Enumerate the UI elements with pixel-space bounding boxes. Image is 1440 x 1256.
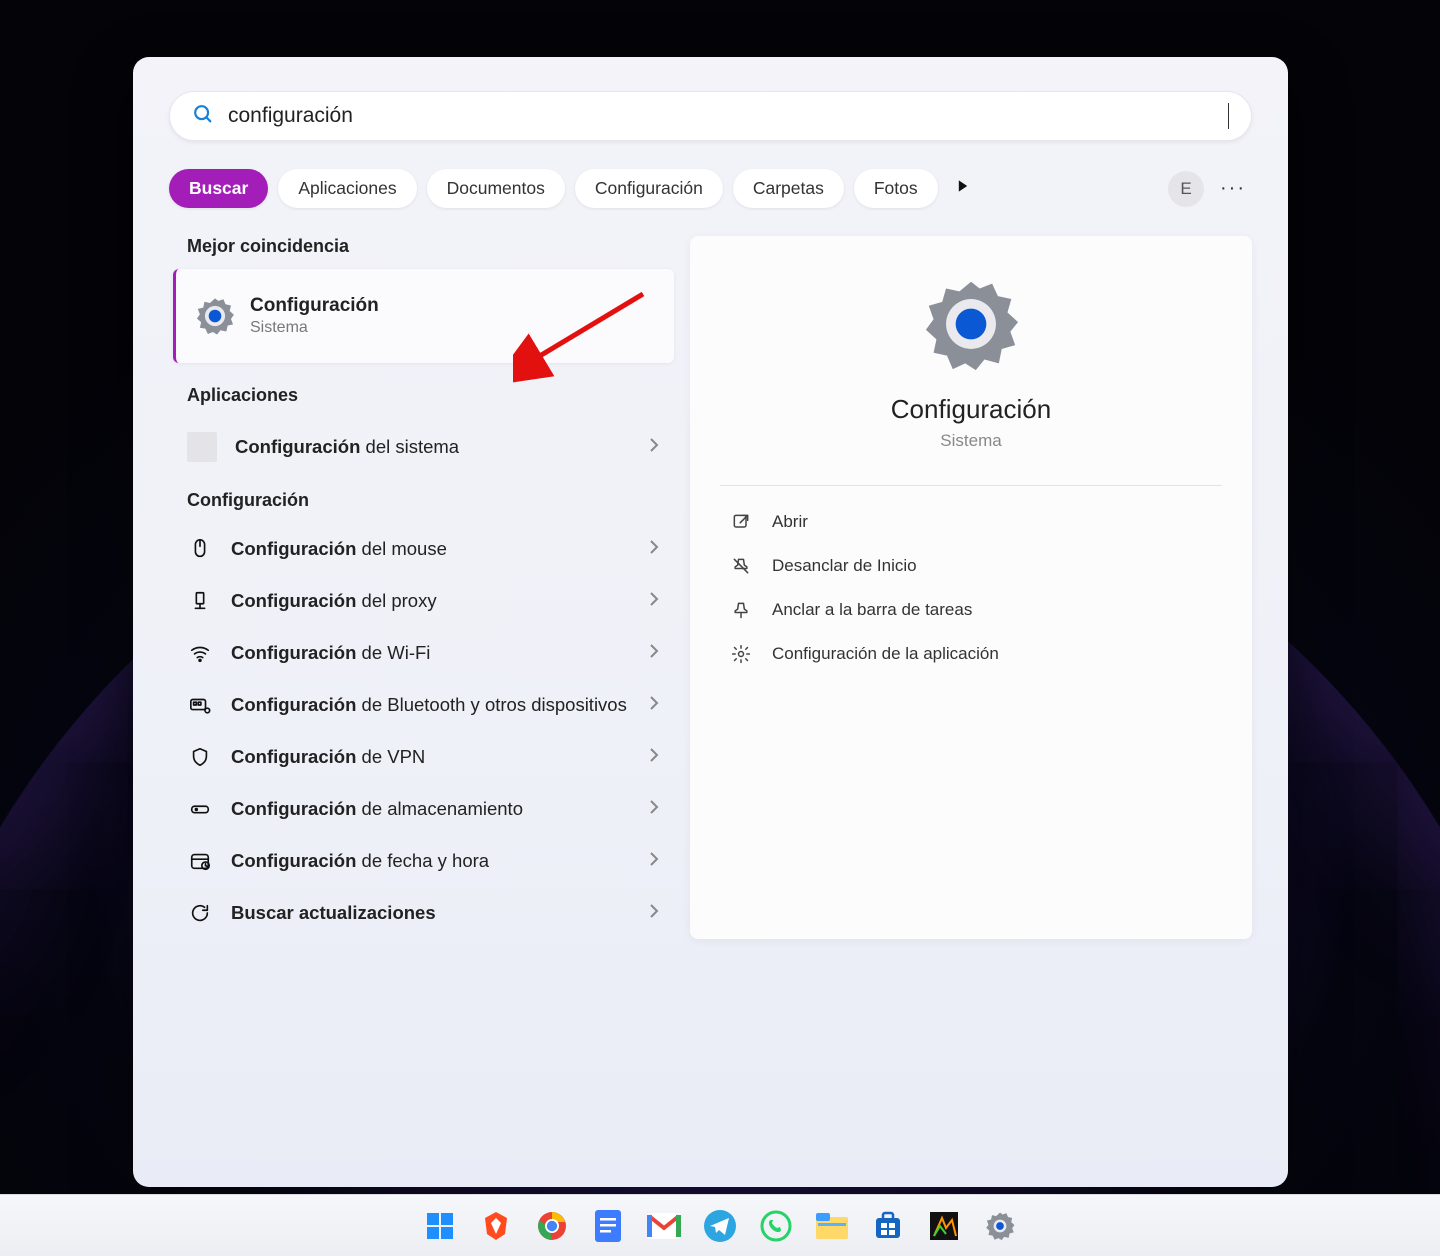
chevron-right-icon: [648, 851, 660, 872]
more-menu-icon[interactable]: ···: [1214, 173, 1252, 204]
filter-fotos[interactable]: Fotos: [854, 169, 938, 208]
config-heading: Configuración: [187, 490, 674, 511]
more-filters-icon[interactable]: [956, 179, 970, 198]
chevron-right-icon: [648, 539, 660, 560]
filter-buscar[interactable]: Buscar: [169, 169, 268, 208]
result-row-1[interactable]: Configuración del proxy: [169, 575, 674, 627]
detail-title: Configuración: [720, 394, 1222, 425]
text-caret: [1228, 103, 1229, 129]
taskbar-brave-icon[interactable]: [479, 1209, 513, 1243]
divider: [720, 485, 1222, 486]
filter-aplicaciones[interactable]: Aplicaciones: [278, 169, 416, 208]
chevron-right-icon: [648, 437, 660, 458]
pin-icon: [730, 600, 752, 620]
filter-configuracion[interactable]: Configuración: [575, 169, 723, 208]
row-label: Configuración del sistema: [235, 435, 630, 459]
taskbar-app-icon[interactable]: [927, 1209, 961, 1243]
mouse-icon: [187, 538, 213, 560]
action-unpin[interactable]: Desanclar de Inicio: [720, 544, 1222, 588]
taskbar-explorer-icon[interactable]: [815, 1209, 849, 1243]
action-open[interactable]: Abrir: [720, 500, 1222, 544]
open-icon: [730, 512, 752, 532]
unpin-icon: [730, 556, 752, 576]
detail-subtitle: Sistema: [720, 431, 1222, 451]
taskbar: [0, 1194, 1440, 1256]
filter-row: Buscar Aplicaciones Documentos Configura…: [169, 169, 1252, 208]
row-label: Configuración del proxy: [231, 589, 630, 613]
settings-gear-icon: [194, 295, 236, 337]
best-match-heading: Mejor coincidencia: [187, 236, 674, 257]
row-label: Configuración de Bluetooth y otros dispo…: [231, 693, 630, 717]
content-area: Mejor coincidencia Configuración Sistema: [169, 236, 1252, 939]
row-label: Configuración de Wi-Fi: [231, 641, 630, 665]
result-configuracion-del-sistema[interactable]: Configuración del sistema: [169, 418, 674, 476]
best-match-subtitle: Sistema: [250, 319, 379, 337]
filter-documentos[interactable]: Documentos: [427, 169, 565, 208]
settings-gear-large-icon: [923, 276, 1019, 372]
system-config-icon: [187, 432, 217, 462]
bt-icon: [187, 694, 213, 716]
action-label: Abrir: [772, 512, 808, 532]
taskbar-store-icon[interactable]: [871, 1209, 905, 1243]
proxy-icon: [187, 590, 213, 612]
taskbar-settings-icon[interactable]: [983, 1209, 1017, 1243]
row-label: Configuración de VPN: [231, 745, 630, 769]
chevron-right-icon: [648, 747, 660, 768]
result-row-2[interactable]: Configuración de Wi-Fi: [169, 627, 674, 679]
chevron-right-icon: [648, 799, 660, 820]
taskbar-docs-icon[interactable]: [591, 1209, 625, 1243]
results-column: Mejor coincidencia Configuración Sistema: [169, 236, 674, 939]
result-row-3[interactable]: Configuración de Bluetooth y otros dispo…: [169, 679, 674, 731]
result-row-5[interactable]: Configuración de almacenamiento: [169, 783, 674, 835]
action-label: Anclar a la barra de tareas: [772, 600, 972, 620]
user-avatar[interactable]: E: [1168, 171, 1204, 207]
wifi-icon: [187, 642, 213, 664]
chevron-right-icon: [648, 695, 660, 716]
result-row-0[interactable]: Configuración del mouse: [169, 523, 674, 575]
result-row-4[interactable]: Configuración de VPN: [169, 731, 674, 783]
action-gear[interactable]: Configuración de la aplicación: [720, 632, 1222, 676]
clock-icon: [187, 850, 213, 872]
taskbar-chrome-icon[interactable]: [535, 1209, 569, 1243]
action-pin[interactable]: Anclar a la barra de tareas: [720, 588, 1222, 632]
action-label: Desanclar de Inicio: [772, 556, 917, 576]
chevron-right-icon: [648, 591, 660, 612]
result-row-7[interactable]: Buscar actualizaciones: [169, 887, 674, 939]
search-icon: [192, 103, 214, 130]
row-label: Configuración de almacenamiento: [231, 797, 630, 821]
taskbar-telegram-icon[interactable]: [703, 1209, 737, 1243]
shield-icon: [187, 746, 213, 768]
apps-heading: Aplicaciones: [187, 385, 674, 406]
details-panel: Configuración Sistema Abrir Desanclar de …: [690, 236, 1252, 939]
start-search-panel: Buscar Aplicaciones Documentos Configura…: [133, 57, 1288, 1187]
drive-icon: [187, 798, 213, 820]
best-match-title: Configuración: [250, 295, 379, 317]
row-label: Configuración del mouse: [231, 537, 630, 561]
refresh-icon: [187, 902, 213, 924]
result-row-6[interactable]: Configuración de fecha y hora: [169, 835, 674, 887]
action-label: Configuración de la aplicación: [772, 644, 999, 664]
chevron-right-icon: [648, 903, 660, 924]
gear-icon: [730, 644, 752, 664]
row-label: Buscar actualizaciones: [231, 901, 630, 925]
filter-carpetas[interactable]: Carpetas: [733, 169, 844, 208]
best-match-item[interactable]: Configuración Sistema: [173, 269, 674, 363]
taskbar-windows-icon[interactable]: [423, 1209, 457, 1243]
search-input[interactable]: [228, 104, 1228, 128]
chevron-right-icon: [648, 643, 660, 664]
search-bar[interactable]: [169, 91, 1252, 141]
taskbar-gmail-icon[interactable]: [647, 1209, 681, 1243]
taskbar-whatsapp-icon[interactable]: [759, 1209, 793, 1243]
row-label: Configuración de fecha y hora: [231, 849, 630, 873]
